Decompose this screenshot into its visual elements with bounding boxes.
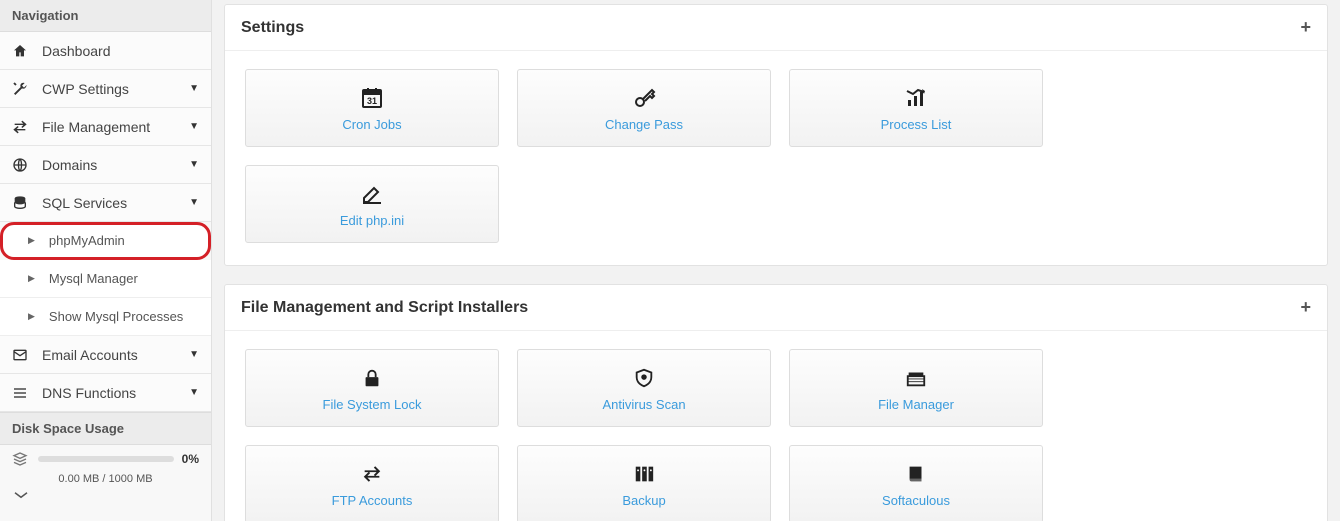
sub-label: Mysql Manager xyxy=(49,271,199,286)
sub-item-show-mysql-processes[interactable]: ▶ Show Mysql Processes xyxy=(0,298,211,336)
tile-backup[interactable]: Backup xyxy=(517,445,771,521)
caret-down-icon: ▼ xyxy=(189,121,199,132)
nav-label: Domains xyxy=(42,157,189,173)
edit-icon xyxy=(360,181,384,207)
tile-antivirus-scan[interactable]: Antivirus Scan xyxy=(517,349,771,427)
envelope-icon xyxy=(12,347,32,363)
lock-icon xyxy=(361,365,383,391)
chevron-right-icon: ▶ xyxy=(28,235,35,246)
nav-item-email-accounts[interactable]: Email Accounts ▼ xyxy=(0,336,211,374)
tile-label: Edit php.ini xyxy=(340,213,404,228)
tile-edit-php-ini[interactable]: Edit php.ini xyxy=(245,165,499,243)
disk-values: 0.00 MB / 1000 MB xyxy=(12,473,199,485)
nav-label: Dashboard xyxy=(42,43,199,59)
chart-icon xyxy=(904,85,928,111)
chevron-right-icon: ▶ xyxy=(28,273,35,284)
shield-icon xyxy=(633,365,655,391)
key-icon xyxy=(632,85,656,111)
nav-item-domains[interactable]: Domains ▼ xyxy=(0,146,211,184)
nav-item-cwp-settings[interactable]: CWP Settings ▼ xyxy=(0,70,211,108)
sub-label: Show Mysql Processes xyxy=(49,309,199,324)
sub-item-phpmyadmin[interactable]: ▶ phpMyAdmin xyxy=(0,222,211,260)
nav-item-dashboard[interactable]: Dashboard xyxy=(0,32,211,70)
disk-usage: 0% 0.00 MB / 1000 MB xyxy=(0,445,211,505)
sub-label: phpMyAdmin xyxy=(49,233,199,248)
disk-expand-toggle[interactable] xyxy=(12,489,199,501)
tile-label: Antivirus Scan xyxy=(602,397,685,412)
tile-process-list[interactable]: Process List xyxy=(789,69,1043,147)
nav-item-file-management[interactable]: File Management ▼ xyxy=(0,108,211,146)
swap-icon xyxy=(361,461,383,487)
disk-progress-bar xyxy=(38,456,174,462)
calendar-icon: 31 xyxy=(360,85,384,111)
sub-item-mysql-manager[interactable]: ▶ Mysql Manager xyxy=(0,260,211,298)
tile-cron-jobs[interactable]: 31 Cron Jobs xyxy=(245,69,499,147)
caret-down-icon: ▼ xyxy=(189,197,199,208)
globe-icon xyxy=(12,157,32,173)
nav-label: Email Accounts xyxy=(42,347,189,363)
nav-label: SQL Services xyxy=(42,195,189,211)
main-content: Settings + 31 Cron Jobs Change Pass Pro xyxy=(212,0,1340,521)
caret-down-icon: ▼ xyxy=(189,387,199,398)
panel-file-management-script-installers: File Management and Script Installers + … xyxy=(224,284,1328,521)
caret-down-icon: ▼ xyxy=(189,83,199,94)
caret-down-icon: ▼ xyxy=(189,349,199,360)
book-icon xyxy=(905,461,927,487)
nav-item-sql-services[interactable]: SQL Services ▼ xyxy=(0,184,211,222)
nav-label: DNS Functions xyxy=(42,385,189,401)
svg-text:31: 31 xyxy=(367,96,377,106)
lines-icon xyxy=(12,385,32,401)
sidebar-header: Navigation xyxy=(0,0,211,32)
tile-softaculous[interactable]: Softaculous xyxy=(789,445,1043,521)
nav-item-dns-functions[interactable]: DNS Functions ▼ xyxy=(0,374,211,412)
panel-collapse-toggle[interactable]: + xyxy=(1300,17,1311,38)
panel-header: File Management and Script Installers + xyxy=(225,285,1327,331)
disk-percent: 0% xyxy=(182,452,199,466)
tile-label: Cron Jobs xyxy=(342,117,401,132)
tile-label: Process List xyxy=(881,117,952,132)
tile-label: File System Lock xyxy=(323,397,422,412)
tile-label: Backup xyxy=(622,493,665,508)
tile-change-pass[interactable]: Change Pass xyxy=(517,69,771,147)
home-icon xyxy=(12,43,32,59)
panel-header: Settings + xyxy=(225,5,1327,51)
wrench-icon xyxy=(12,81,32,97)
folder-icon xyxy=(905,365,927,391)
tile-label: Change Pass xyxy=(605,117,683,132)
panel-settings: Settings + 31 Cron Jobs Change Pass Pro xyxy=(224,4,1328,266)
tile-label: File Manager xyxy=(878,397,954,412)
panel-title: Settings xyxy=(241,19,1300,37)
panel-collapse-toggle[interactable]: + xyxy=(1300,297,1311,318)
panel-title: File Management and Script Installers xyxy=(241,299,1300,317)
tile-file-manager[interactable]: File Manager xyxy=(789,349,1043,427)
nav-label: File Management xyxy=(42,119,189,135)
tile-ftp-accounts[interactable]: FTP Accounts xyxy=(245,445,499,521)
stack-icon xyxy=(12,451,30,467)
chevron-right-icon: ▶ xyxy=(28,311,35,322)
sidebar: Navigation Dashboard CWP Settings ▼ File… xyxy=(0,0,212,521)
nav-label: CWP Settings xyxy=(42,81,189,97)
caret-down-icon: ▼ xyxy=(189,159,199,170)
disk-header: Disk Space Usage xyxy=(0,412,211,445)
tile-label: Softaculous xyxy=(882,493,950,508)
tile-file-system-lock[interactable]: File System Lock xyxy=(245,349,499,427)
tile-label: FTP Accounts xyxy=(332,493,413,508)
database-icon xyxy=(12,195,32,211)
books-icon xyxy=(632,461,656,487)
transfer-icon xyxy=(12,119,32,135)
